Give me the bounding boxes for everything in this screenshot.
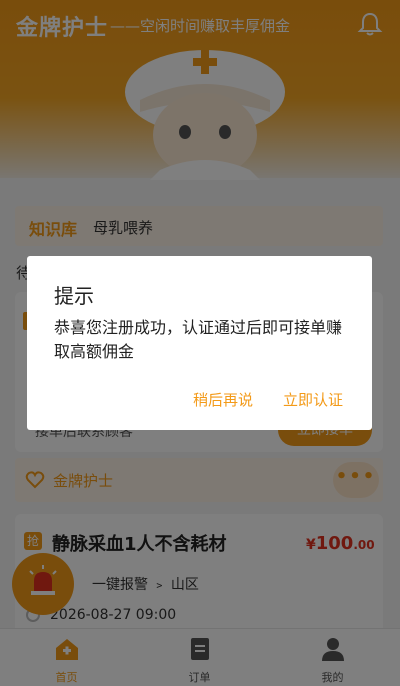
dialog-title: 提示 [54, 284, 94, 308]
later-button[interactable]: 稍后再说 [193, 389, 253, 410]
dialog-message: 恭喜您注册成功，认证通过后即可接单赚取高额佣金 [54, 318, 343, 361]
app-screen: 金牌护士 ——空闲时间赚取丰厚佣金 知识库 母乳喂养 待 接单后联系顾客 立即接… [0, 0, 400, 686]
verify-now-button[interactable]: 立即认证 [283, 389, 343, 410]
prompt-dialog: 提示 恭喜您注册成功，认证通过后即可接单赚取高额佣金 稍后再说 立即认证 [27, 256, 372, 430]
